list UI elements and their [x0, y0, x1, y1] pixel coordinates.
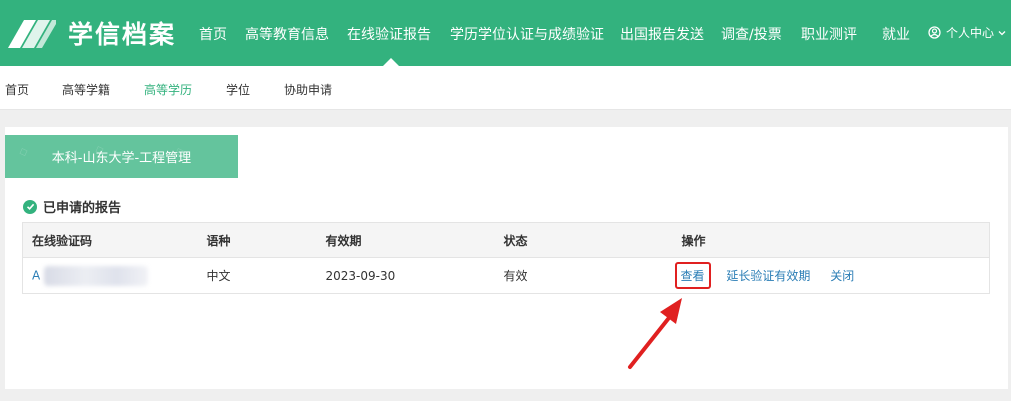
- verification-code-prefix[interactable]: A: [32, 268, 40, 282]
- sub-navigation-bar: 首页 高等学籍 高等学历 学位 协助申请: [0, 66, 1011, 110]
- status-cell: 有效: [503, 269, 528, 283]
- subnav-item-enrollment[interactable]: 高等学籍: [62, 81, 110, 98]
- red-arrow-icon: [628, 298, 682, 369]
- table-header-row: 在线验证码 语种 有效期 状态 操作: [22, 222, 990, 258]
- school-major-label: 本科-山东大学-工程管理: [51, 151, 192, 166]
- report-card: ◇ ◇ ◇ 本科-山东大学-工程管理 已申请的报告 在线验证码 语种 有效期 状…: [5, 127, 1008, 389]
- column-header-code: 在线验证码: [22, 222, 207, 258]
- nav-item-education-info[interactable]: 高等教育信息: [245, 24, 329, 44]
- subnav-item-education-record[interactable]: 高等学历: [144, 81, 192, 98]
- column-header-actions: 操作: [681, 222, 990, 258]
- close-report-link[interactable]: 关闭: [830, 269, 854, 283]
- user-circle-icon: [928, 26, 941, 39]
- caret-down-icon: [998, 30, 1006, 35]
- subnav-item-home[interactable]: 首页: [5, 81, 29, 98]
- subnav-item-assist-apply[interactable]: 协助申请: [284, 81, 332, 98]
- nav-item-career-test[interactable]: 职业测评: [801, 24, 857, 44]
- user-center-menu[interactable]: 个人中心: [928, 24, 1011, 41]
- section-title-text: 已申请的报告: [43, 201, 122, 216]
- watermark-mark: ◇: [17, 143, 30, 160]
- nav-item-survey[interactable]: 调查/投票: [721, 24, 782, 44]
- view-highlight-box: 查看: [674, 262, 711, 289]
- active-nav-caret: [383, 58, 399, 66]
- column-header-expiry: 有效期: [325, 222, 504, 258]
- view-report-link[interactable]: 查看: [681, 269, 705, 283]
- redacted-code-mask: [44, 265, 149, 286]
- column-header-status: 状态: [503, 222, 682, 258]
- actions-cell: 查看 延长验证有效期 关闭: [674, 258, 990, 294]
- verification-code-cell[interactable]: A: [23, 258, 207, 294]
- top-navigation-bar: 学信档案 首页 高等教育信息 在线验证报告 学历学位认证与成绩验证 出国报告发送…: [0, 0, 1011, 66]
- extend-validity-link[interactable]: 延长验证有效期: [726, 269, 810, 283]
- nav-item-employment[interactable]: 就业: [882, 24, 910, 44]
- language-cell: 中文: [206, 269, 231, 283]
- subnav-item-degree[interactable]: 学位: [226, 81, 250, 98]
- report-table: 在线验证码 语种 有效期 状态 操作 A 中文 2023-09-30 有效 查看: [22, 222, 990, 294]
- user-center-label: 个人中心: [946, 26, 995, 40]
- nav-item-overseas-report[interactable]: 出国报告发送: [620, 24, 704, 44]
- nav-item-online-verification[interactable]: 在线验证报告: [347, 24, 431, 44]
- check-circle-icon: [23, 199, 37, 214]
- nav-item-home[interactable]: 首页: [199, 24, 227, 44]
- expiry-cell: 2023-09-30: [325, 268, 396, 283]
- section-title: 已申请的报告: [23, 197, 121, 216]
- school-major-tab[interactable]: ◇ ◇ ◇ 本科-山东大学-工程管理: [5, 135, 238, 178]
- nav-item-degree-certification[interactable]: 学历学位认证与成绩验证: [450, 24, 604, 44]
- column-header-language: 语种: [206, 222, 326, 258]
- table-row: A 中文 2023-09-30 有效 查看 延长验证有效期 关闭: [23, 258, 990, 294]
